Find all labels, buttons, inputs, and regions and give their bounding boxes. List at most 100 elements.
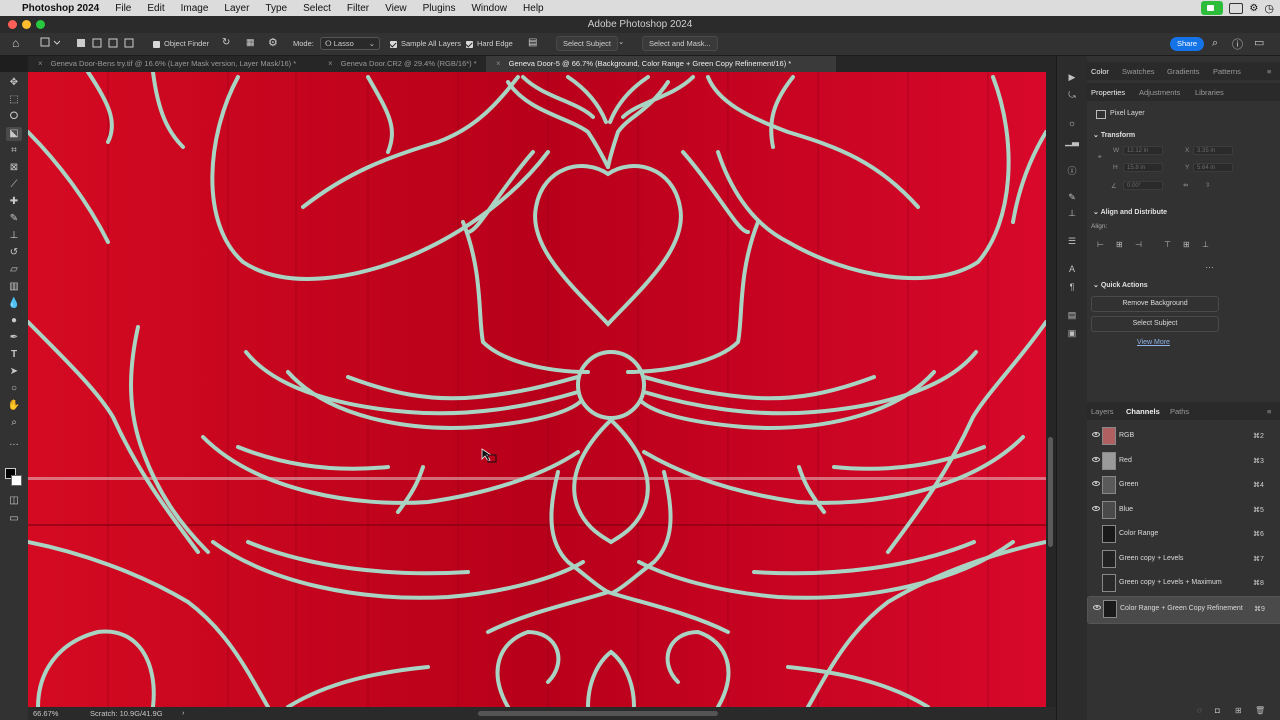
play-icon[interactable]: ▶ — [1065, 72, 1079, 84]
frame-icon[interactable]: ⊠ — [6, 161, 22, 175]
document-canvas[interactable] — [28, 72, 1046, 707]
menu-layer[interactable]: Layer — [224, 3, 249, 14]
crop-icon[interactable]: ⌗ — [6, 144, 22, 158]
menu-type[interactable]: Type — [265, 3, 287, 14]
channel-row-color-range[interactable]: Color Range ⌘6 — [1087, 522, 1280, 546]
show-all-objects-icon[interactable]: ▦ — [246, 37, 255, 48]
paragraph-icon[interactable]: ¶ — [1065, 282, 1079, 294]
background-color-swatch[interactable] — [11, 475, 22, 486]
more-tools-icon[interactable]: … — [6, 436, 22, 450]
notes-icon[interactable]: ▣ — [1065, 328, 1079, 340]
vertical-scroll-thumb[interactable] — [1048, 437, 1053, 547]
shape-icon[interactable]: ○ — [6, 382, 22, 396]
marquee-icon[interactable]: ⬚ — [6, 93, 22, 107]
search-icon[interactable]: ⌕ — [1212, 37, 1218, 50]
tab-properties[interactable]: Properties — [1091, 88, 1125, 97]
stamp-icon[interactable]: ⊥ — [6, 229, 22, 243]
type-icon[interactable]: T — [6, 348, 22, 362]
transform-heading[interactable]: ⌄ Transform — [1093, 131, 1135, 139]
menu-view[interactable]: View — [385, 3, 407, 14]
horizontal-scroll-thumb[interactable] — [478, 711, 718, 716]
hard-edge-toggle[interactable]: Hard Edge — [466, 39, 513, 48]
menu-window[interactable]: Window — [471, 3, 507, 14]
tab-patterns[interactable]: Patterns — [1213, 67, 1241, 76]
layer-comps-icon[interactable]: ▤ — [1065, 310, 1079, 322]
pen-icon[interactable]: ✒ — [6, 331, 22, 345]
tab-channels[interactable]: Channels — [1126, 407, 1160, 416]
panel-menu-icon[interactable]: ≡ — [1267, 67, 1271, 76]
channel-row-blue[interactable]: Blue ⌘5 — [1087, 498, 1280, 522]
tab-adjustments[interactable]: Adjustments — [1139, 88, 1180, 97]
menu-file[interactable]: File — [115, 3, 131, 14]
object-select-icon[interactable]: ⬕ — [6, 127, 22, 141]
close-tab-icon[interactable]: × — [496, 59, 501, 68]
eraser-icon[interactable]: ▱ — [6, 263, 22, 277]
channel-row-green-copy-levels-maximum[interactable]: Green copy + Levels + Maximum ⌘8 — [1087, 571, 1280, 595]
select-and-mask-button[interactable]: Select and Mask... — [642, 36, 718, 51]
sample-all-layers-checkbox[interactable] — [390, 40, 397, 48]
select-subject-button[interactable]: Select Subject — [556, 36, 618, 51]
tab-geneva-door-5[interactable]: × Geneva Door-5 @ 66.7% (Background, Colo… — [486, 56, 836, 72]
align-distribute-heading[interactable]: ⌄ Align and Distribute — [1093, 208, 1167, 216]
height-field[interactable]: 15.8 in — [1123, 163, 1163, 172]
quick-actions-heading[interactable]: ⌄ Quick Actions — [1093, 281, 1148, 289]
maximize-window-icon[interactable] — [36, 20, 45, 29]
flip-vertical-icon[interactable]: ⇳ — [1205, 181, 1210, 189]
clone-source-icon[interactable]: ⊥ — [1065, 208, 1079, 220]
select-subject-dropdown-icon[interactable]: ⌄ — [618, 37, 624, 46]
chevron-right-icon[interactable]: › — [182, 708, 185, 717]
path-select-icon[interactable]: ➤ — [6, 365, 22, 379]
eye-icon[interactable] — [1092, 457, 1100, 462]
move-icon[interactable]: ✥ — [6, 76, 22, 90]
channel-row-green[interactable]: Green ⌘4 — [1087, 473, 1280, 497]
blur-icon[interactable]: 💧 — [6, 297, 22, 311]
character-icon[interactable]: A — [1065, 264, 1079, 276]
vertical-scrollbar[interactable] — [1046, 72, 1056, 707]
sun-icon[interactable]: ☼ — [1065, 118, 1079, 130]
hand-icon[interactable]: ✋ — [6, 399, 22, 413]
remove-background-button[interactable]: Remove Background — [1091, 296, 1219, 312]
tab-color[interactable]: Color — [1091, 67, 1109, 76]
flip-horizontal-icon[interactable]: ⇹ — [1183, 181, 1188, 189]
zoom-level[interactable]: 66.67% — [33, 709, 58, 718]
y-field[interactable]: 5.64 in — [1193, 163, 1233, 172]
object-finder-toggle[interactable]: Object Finder — [153, 39, 209, 48]
adjust-icon[interactable]: ☰ — [1065, 236, 1079, 248]
workspace-icon[interactable]: ▭ — [1254, 36, 1264, 49]
width-field[interactable]: 12.12 in — [1123, 146, 1163, 155]
dodge-icon[interactable]: ● — [6, 314, 22, 328]
facetime-icon[interactable] — [1201, 1, 1224, 15]
channel-row-rgb[interactable]: RGB ⌘2 — [1087, 424, 1280, 448]
gear-icon[interactable]: ⚙ — [268, 36, 278, 49]
share-button[interactable]: Share — [1170, 37, 1204, 51]
mode-select[interactable]: ⵔ Lasso ⌄ — [320, 37, 380, 50]
hard-edge-checkbox[interactable] — [466, 40, 473, 48]
close-tab-icon[interactable]: × — [38, 59, 43, 68]
eyedropper-icon[interactable]: ⟋ — [6, 178, 22, 192]
menu-select[interactable]: Select — [303, 3, 331, 14]
menu-help[interactable]: Help — [523, 3, 544, 14]
info-icon[interactable]: ⓘ — [1065, 164, 1079, 176]
sample-all-layers-toggle[interactable]: Sample All Layers — [390, 39, 461, 48]
channels-menu-icon[interactable]: ≡ — [1267, 407, 1271, 416]
menu-filter[interactable]: Filter — [347, 3, 369, 14]
eye-icon[interactable] — [1093, 605, 1101, 610]
gradient-icon[interactable]: ▥ — [6, 280, 22, 294]
cloud-icon[interactable]: ▤ — [528, 37, 537, 48]
x-field[interactable]: 3.35 in — [1193, 146, 1233, 155]
refresh-icon[interactable]: ↻ — [222, 37, 230, 48]
tab-swatches[interactable]: Swatches — [1122, 67, 1155, 76]
histogram-icon[interactable]: ▁▃ — [1065, 136, 1079, 148]
align-center-h-icon[interactable]: ⊞ — [1116, 240, 1123, 249]
lasso-icon[interactable]: ⵔ — [6, 110, 22, 124]
channel-row-green-copy-levels[interactable]: Green copy + Levels ⌘7 — [1087, 547, 1280, 571]
save-selection-icon[interactable]: ◘ — [1215, 706, 1220, 715]
align-top-icon[interactable]: ⊤ — [1164, 240, 1171, 249]
angle-field[interactable]: 0.00° — [1123, 181, 1163, 190]
channel-row-color-range-green-copy-refinement[interactable]: Color Range + Green Copy Refinement ⌘9 — [1087, 596, 1280, 624]
align-bottom-icon[interactable]: ⊥ — [1202, 240, 1209, 249]
new-channel-icon[interactable]: ⊞ — [1235, 706, 1242, 715]
zoom-icon[interactable]: ⌕ — [6, 416, 22, 430]
clock-icon[interactable]: ◷ — [1264, 2, 1274, 15]
minimize-window-icon[interactable] — [22, 20, 31, 29]
